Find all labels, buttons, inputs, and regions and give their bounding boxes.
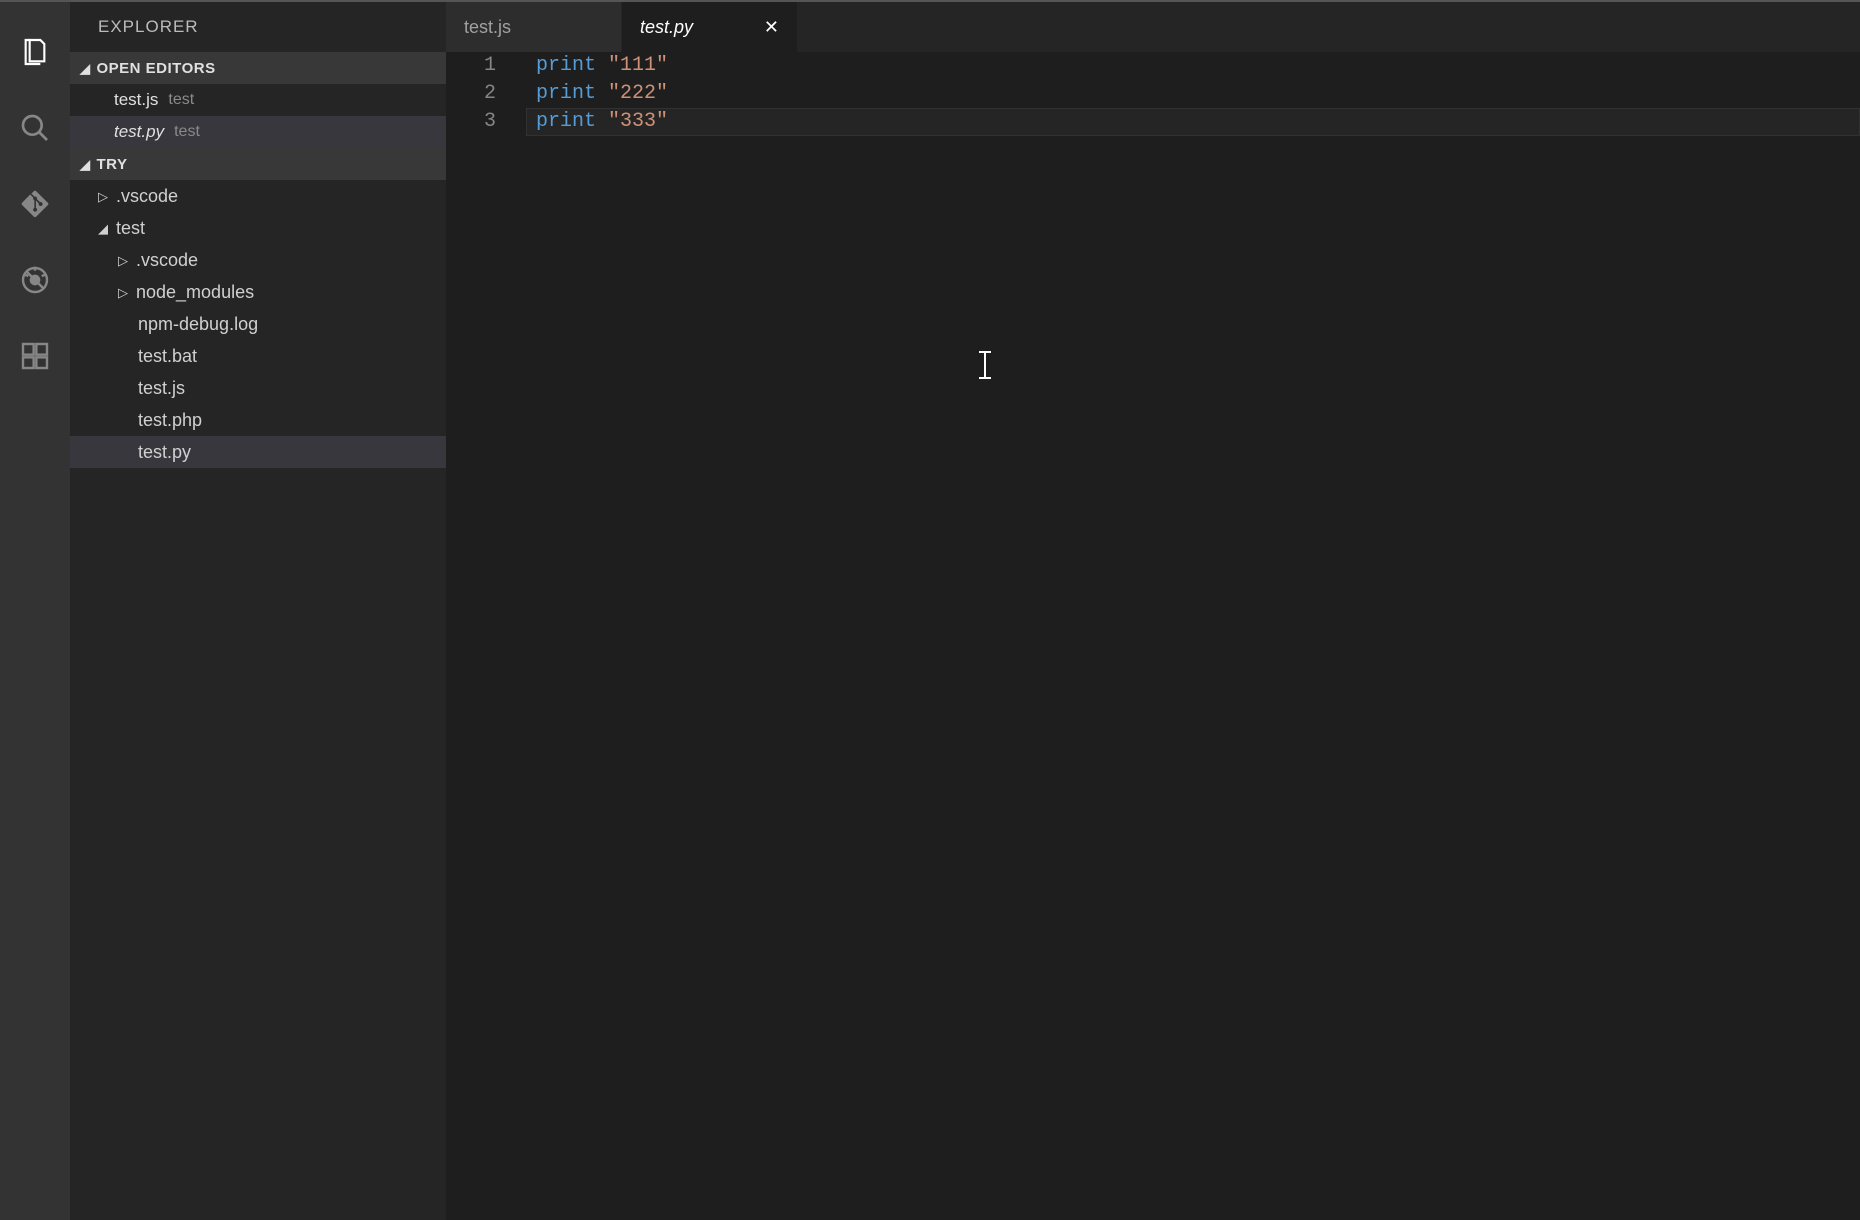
files-icon (19, 36, 51, 73)
file-item[interactable]: npm-debug.log (70, 308, 446, 340)
section-open-editors[interactable]: ◢ OPEN EDITORS (70, 52, 446, 84)
chevron-right-icon: ▷ (98, 190, 112, 203)
line-number: 3 (446, 108, 526, 136)
activity-search[interactable] (15, 110, 55, 150)
file-tree: ▷ .vscode ◢ test ▷ .vscode ▷ node_modules npm-de… (70, 180, 446, 468)
chevron-right-icon: ▷ (118, 286, 132, 299)
activity-debug[interactable] (15, 262, 55, 302)
code-editor[interactable]: 1print "111"2print "222"3print "333" (446, 52, 1860, 1220)
chevron-down-icon: ◢ (80, 62, 91, 75)
explorer-sidebar: EXPLORER ◢ OPEN EDITORS test.jstesttest.… (70, 2, 446, 1220)
line-number: 1 (446, 52, 526, 80)
tree-label: test (116, 218, 145, 239)
tree-label: .vscode (136, 250, 198, 271)
line-content: print "111" (526, 52, 1860, 80)
activity-git[interactable] (15, 186, 55, 226)
extensions-icon (19, 340, 51, 377)
file-name: test.py (114, 122, 164, 142)
folder-item[interactable]: ◢ test (70, 212, 446, 244)
code-line[interactable]: 3print "333" (446, 108, 1860, 136)
tree-label: node_modules (136, 282, 254, 303)
activity-bar (0, 2, 70, 1220)
open-editor-item[interactable]: test.js test (70, 84, 446, 116)
section-label: TRY (97, 156, 128, 173)
search-icon (19, 112, 51, 149)
tab-label: test.js (464, 17, 576, 38)
tree-label: test.bat (138, 346, 197, 367)
tree-label: .vscode (116, 186, 178, 207)
git-icon (19, 188, 51, 225)
code-line[interactable]: 2print "222" (446, 80, 1860, 108)
text-cursor-icon (984, 351, 986, 379)
activity-explorer[interactable] (15, 34, 55, 74)
file-path: test (168, 91, 194, 109)
folder-item[interactable]: ▷ node_modules (70, 276, 446, 308)
editor-tab[interactable]: test.py ✕ (622, 2, 798, 52)
tree-label: npm-debug.log (138, 314, 258, 335)
line-content: print "222" (526, 80, 1860, 108)
section-workspace[interactable]: ◢ TRY (70, 148, 446, 180)
file-item[interactable]: test.py (70, 436, 446, 468)
open-editor-item[interactable]: test.py test (70, 116, 446, 148)
file-item[interactable]: test.bat (70, 340, 446, 372)
app-root: EXPLORER ◢ OPEN EDITORS test.jstesttest.… (0, 0, 1860, 1220)
file-item[interactable]: test.js (70, 372, 446, 404)
debug-icon (19, 264, 51, 301)
editor-tab[interactable]: test.js✕ (446, 2, 622, 52)
tree-label: test.js (138, 378, 185, 399)
sidebar-title: EXPLORER (70, 2, 446, 52)
tab-bar: test.js✕ test.py ✕ (446, 2, 1860, 52)
file-item[interactable]: test.php (70, 404, 446, 436)
section-label: OPEN EDITORS (97, 60, 216, 77)
chevron-down-icon: ◢ (98, 222, 112, 235)
editor-area: test.js✕ test.py ✕ 1print "111"2print "222… (446, 2, 1860, 1220)
chevron-right-icon: ▷ (118, 254, 132, 267)
close-icon[interactable]: ✕ (764, 18, 779, 36)
open-editors-list: test.jstesttest.pytest (70, 84, 446, 148)
tree-label: test.php (138, 410, 202, 431)
tree-label: test.py (138, 442, 191, 463)
chevron-down-icon: ◢ (80, 158, 91, 171)
file-name: test.js (114, 90, 158, 110)
tab-label: test.py (640, 17, 752, 38)
file-path: test (174, 123, 200, 141)
code-line[interactable]: 1print "111" (446, 52, 1860, 80)
activity-extensions[interactable] (15, 338, 55, 378)
line-content: print "333" (526, 108, 1860, 136)
line-number: 2 (446, 80, 526, 108)
folder-item[interactable]: ▷ .vscode (70, 180, 446, 212)
folder-item[interactable]: ▷ .vscode (70, 244, 446, 276)
